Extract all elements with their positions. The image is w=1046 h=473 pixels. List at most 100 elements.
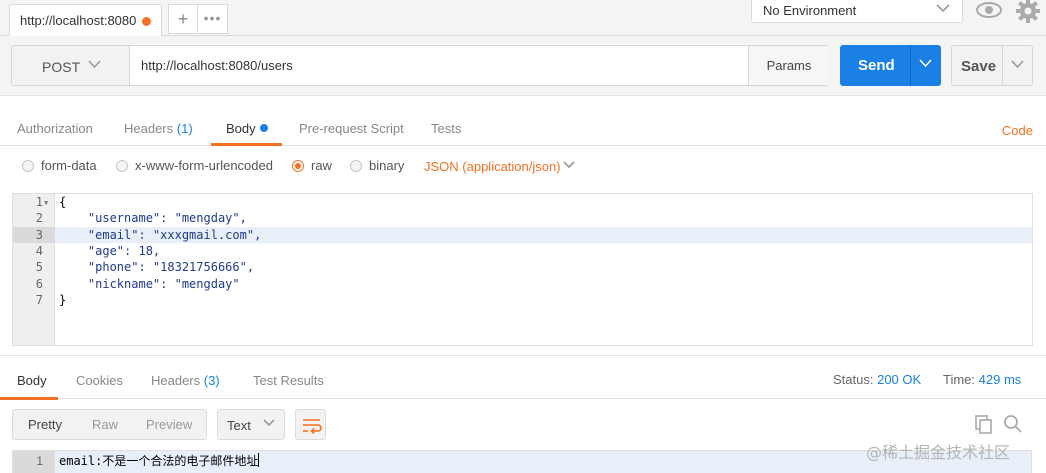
response-text-content: email:不是一个合法的电子邮件地址 bbox=[59, 454, 259, 468]
send-button-label: Send bbox=[858, 57, 895, 74]
request-bar: POST http://localhost:8080/users Params … bbox=[0, 36, 1046, 96]
content-type-value: JSON (application/json) bbox=[424, 159, 561, 174]
tab-headers-label: Headers bbox=[124, 121, 174, 136]
request-body-editor[interactable]: 1 ▼ { 2 "username": "mengday", 3 "email"… bbox=[12, 193, 1033, 346]
save-button[interactable]: Save bbox=[951, 45, 1033, 86]
tab-headers-count: (1) bbox=[176, 121, 193, 136]
line-number: 1 bbox=[35, 195, 43, 209]
code-line: 5 "phone": "18321756666", bbox=[13, 259, 1032, 275]
active-tab-underline bbox=[0, 397, 58, 400]
wrap-lines-button[interactable] bbox=[295, 409, 326, 440]
time-label: Time: bbox=[943, 372, 976, 387]
code-link[interactable]: Code bbox=[1002, 123, 1033, 138]
radio-raw-label: raw bbox=[311, 158, 332, 173]
radio-binary[interactable]: binary bbox=[350, 158, 404, 173]
content-type-select[interactable]: JSON (application/json) bbox=[424, 159, 575, 174]
code-line: 3 "email": "xxxgmail.com", bbox=[13, 227, 1032, 243]
radio-circle-icon bbox=[116, 160, 128, 172]
save-divider bbox=[1002, 46, 1003, 85]
tab-prerequest-script[interactable]: Pre-request Script bbox=[299, 121, 404, 136]
response-tab-headers-count: (3) bbox=[203, 373, 220, 388]
tab-strip: http://localhost:8080 + ••• No Environme… bbox=[0, 0, 1046, 36]
radio-urlencoded[interactable]: x-www-form-urlencoded bbox=[116, 158, 273, 173]
radio-selected-icon bbox=[292, 160, 304, 172]
gear-icon[interactable] bbox=[1015, 0, 1041, 24]
format-raw-button[interactable]: Raw bbox=[92, 410, 118, 439]
response-type-select[interactable]: Text bbox=[217, 409, 285, 440]
response-text: email:不是一个合法的电子邮件地址 bbox=[59, 453, 260, 469]
line-number: 2 bbox=[35, 211, 43, 226]
code-line: 2 "username": "mengday", bbox=[13, 210, 1032, 226]
code-line: 4 "age": 18, bbox=[13, 243, 1032, 259]
code-line: 1 ▼ { bbox=[13, 194, 1032, 210]
fold-arrow-icon[interactable]: ▼ bbox=[44, 199, 48, 207]
params-button[interactable]: Params bbox=[748, 46, 829, 85]
chevron-down-icon bbox=[263, 419, 275, 427]
time-value: 429 ms bbox=[978, 372, 1022, 387]
method-select[interactable]: POST bbox=[12, 46, 130, 85]
response-tabs: Body Cookies Headers (3) Test Results St… bbox=[0, 366, 1046, 400]
code-text: } bbox=[59, 292, 67, 307]
url-input[interactable]: http://localhost:8080/users bbox=[141, 58, 293, 73]
method-value: POST bbox=[42, 59, 81, 75]
chevron-down-icon bbox=[936, 4, 950, 13]
code-text: "age": 18, bbox=[59, 243, 161, 258]
environment-select-value: No Environment bbox=[763, 3, 857, 18]
code-text: { bbox=[59, 195, 67, 209]
more-tabs-button[interactable]: ••• bbox=[198, 4, 228, 34]
search-icon[interactable] bbox=[1003, 414, 1023, 434]
code-line: 7 } bbox=[13, 292, 1032, 308]
new-tab-button[interactable]: + bbox=[168, 4, 198, 34]
radio-raw[interactable]: raw bbox=[292, 158, 332, 173]
line-number: 6 bbox=[35, 276, 43, 291]
code-text: "email": "xxxgmail.com", bbox=[59, 227, 262, 242]
text-cursor bbox=[258, 453, 260, 467]
response-tab-cookies[interactable]: Cookies bbox=[76, 373, 123, 388]
format-pretty-button[interactable]: Pretty bbox=[28, 410, 62, 439]
code-line: 6 "nickname": "mengday" bbox=[13, 276, 1032, 292]
tab-body-label: Body bbox=[226, 121, 256, 136]
request-tabs: Authorization Headers (1) Body Pre-reque… bbox=[0, 110, 1046, 146]
response-tab-headers[interactable]: Headers (3) bbox=[151, 373, 220, 388]
line-number: 4 bbox=[35, 243, 43, 258]
response-tab-test-results[interactable]: Test Results bbox=[253, 373, 324, 388]
response-tab-body[interactable]: Body bbox=[17, 373, 47, 388]
tab-authorization[interactable]: Authorization bbox=[17, 121, 93, 136]
request-tab[interactable]: http://localhost:8080 bbox=[9, 4, 162, 36]
request-tab-title: http://localhost:8080 bbox=[20, 13, 137, 28]
body-mode-selector: form-data x-www-form-urlencoded raw bina… bbox=[0, 146, 1046, 186]
chevron-down-icon bbox=[563, 161, 575, 169]
copy-icon[interactable] bbox=[974, 414, 994, 434]
status-value: 200 OK bbox=[877, 372, 922, 387]
code-text: "phone": "18321756666", bbox=[59, 260, 255, 275]
send-button[interactable]: Send bbox=[840, 45, 941, 86]
send-divider bbox=[910, 45, 911, 86]
radio-circle-icon bbox=[22, 160, 34, 172]
response-tab-headers-label: Headers bbox=[151, 373, 201, 388]
tab-body[interactable]: Body bbox=[226, 121, 268, 136]
response-type-value: Text bbox=[227, 418, 251, 433]
radio-form-data[interactable]: form-data bbox=[22, 158, 97, 173]
save-button-label: Save bbox=[961, 58, 997, 75]
line-number: 7 bbox=[35, 292, 43, 307]
tab-tests[interactable]: Tests bbox=[431, 121, 461, 136]
line-number: 3 bbox=[35, 227, 43, 242]
eye-icon[interactable] bbox=[975, 0, 1003, 20]
chevron-down-icon bbox=[88, 60, 101, 69]
chevron-down-icon[interactable] bbox=[919, 59, 932, 68]
code-text: "nickname": "mengday" bbox=[59, 276, 240, 291]
radio-form-data-label: form-data bbox=[41, 158, 97, 173]
code-text: "username": "mengday", bbox=[59, 211, 247, 226]
radio-binary-label: binary bbox=[369, 158, 405, 173]
tab-headers[interactable]: Headers (1) bbox=[124, 121, 193, 136]
status-label: Status: bbox=[833, 372, 874, 387]
response-divider bbox=[0, 355, 1046, 356]
radio-urlencoded-label: x-www-form-urlencoded bbox=[135, 158, 273, 173]
format-preview-button[interactable]: Preview bbox=[146, 410, 192, 439]
environment-select[interactable]: No Environment bbox=[751, 0, 963, 23]
unsaved-dot-icon bbox=[142, 17, 151, 26]
line-number: 1 bbox=[36, 454, 43, 468]
watermark: @稀土掘金技术社区 bbox=[866, 443, 1011, 462]
chevron-down-icon[interactable] bbox=[1011, 60, 1024, 69]
url-box: POST http://localhost:8080/users Params bbox=[11, 45, 829, 86]
